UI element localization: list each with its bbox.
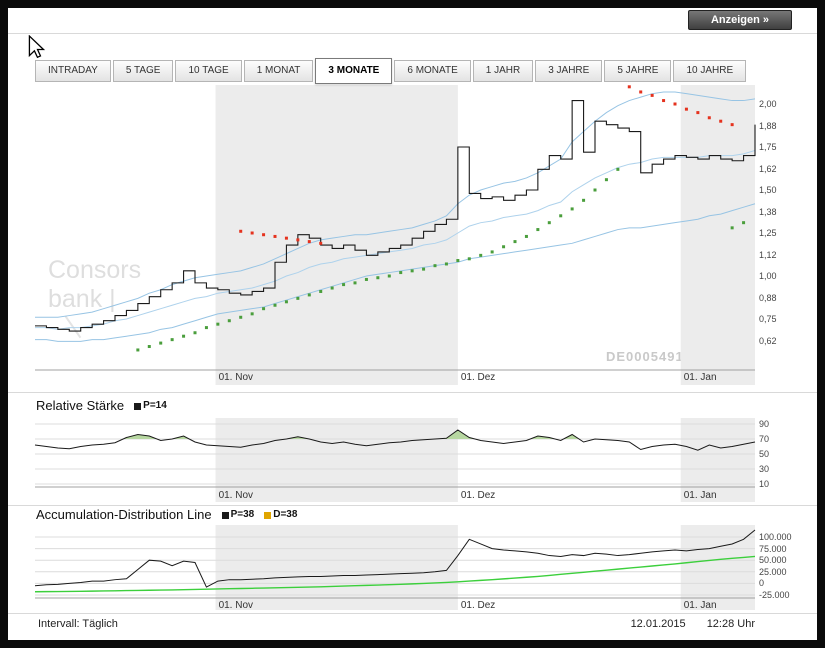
chart-page: Anzeigen » INTRADAY 5 TAGE 10 TAGE 1 MON… — [8, 8, 817, 640]
adl-legend-label-p: P=38 — [231, 509, 255, 520]
anzeigen-button[interactable]: Anzeigen » — [688, 10, 792, 30]
rsi-title-row: Relative Stärke P=14 — [36, 398, 167, 413]
divider — [8, 613, 817, 614]
date-label: 12.01.2015 — [631, 618, 686, 630]
divider — [8, 505, 817, 506]
tab-5-tage[interactable]: 5 TAGE — [113, 60, 174, 82]
tab-3-monate[interactable]: 3 MONATE — [315, 58, 392, 84]
divider — [8, 33, 817, 34]
rsi-title: Relative Stärke — [36, 398, 124, 413]
tab-5-jahre[interactable]: 5 JAHRE — [604, 60, 671, 82]
tab-intraday[interactable]: INTRADAY — [35, 60, 111, 82]
adl-legend-swatch-p — [222, 512, 229, 519]
tab-10-jahre[interactable]: 10 JAHRE — [673, 60, 746, 82]
rsi-legend-label: P=14 — [143, 400, 167, 411]
timestamp: 12.01.2015 12:28 Uhr — [631, 618, 755, 630]
tab-3-jahre[interactable]: 3 JAHRE — [535, 60, 602, 82]
time-label: 12:28 Uhr — [707, 618, 755, 630]
tab-10-tage[interactable]: 10 TAGE — [175, 60, 241, 82]
tab-6-monate[interactable]: 6 MONATE — [394, 60, 470, 82]
tab-1-jahr[interactable]: 1 JAHR — [473, 60, 533, 82]
adl-legend-swatch-d — [264, 512, 271, 519]
adl-title-row: Accumulation-Distribution Line P=38 D=38 — [36, 507, 297, 522]
chart-canvas[interactable] — [8, 8, 817, 640]
tab-1-monat[interactable]: 1 MONAT — [244, 60, 314, 82]
rsi-legend-swatch — [134, 403, 141, 410]
divider — [8, 392, 817, 393]
adl-title: Accumulation-Distribution Line — [36, 507, 212, 522]
mouse-cursor-icon — [27, 35, 47, 61]
interval-label: Intervall: Täglich — [38, 618, 118, 630]
screenshot-root: { "toolbar": { "anzeigen_label": "Anzeig… — [0, 0, 825, 648]
adl-legend-label-d: D=38 — [273, 509, 297, 520]
period-tabs: INTRADAY 5 TAGE 10 TAGE 1 MONAT 3 MONATE… — [35, 60, 748, 84]
